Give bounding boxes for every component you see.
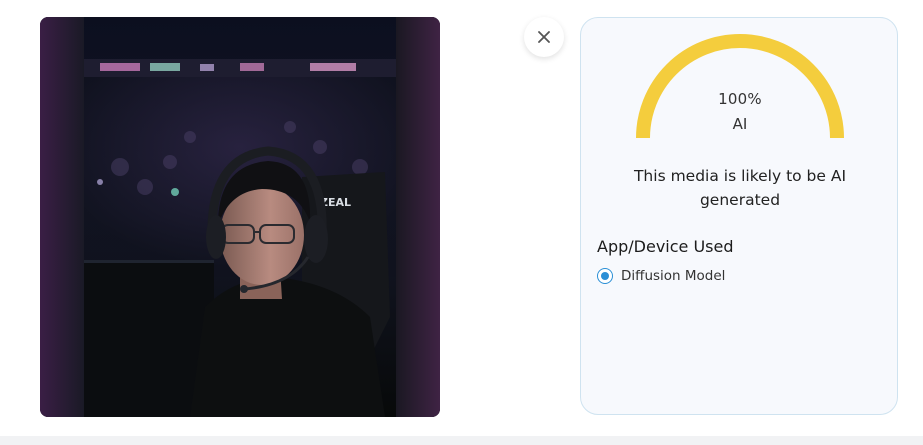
radio-selected-icon[interactable] <box>597 268 613 284</box>
device-option-label: Diffusion Model <box>621 268 726 284</box>
ai-score-label: AI <box>732 115 748 133</box>
close-button[interactable] <box>524 17 564 57</box>
close-icon <box>538 31 550 43</box>
ai-score-percentage: 100% <box>718 90 762 108</box>
verdict-text: This media is likely to be AI generated <box>633 167 847 209</box>
detection-result-panel: 100% AI This media is likely to be AI ge… <box>580 17 898 415</box>
radio-dot <box>601 272 609 280</box>
page-footer-strip <box>0 436 923 445</box>
device-option-diffusion-model[interactable]: Diffusion Model <box>597 268 725 284</box>
media-preview-image: ZEAL <box>40 17 440 417</box>
device-section-heading: App/Device Used <box>597 237 734 256</box>
